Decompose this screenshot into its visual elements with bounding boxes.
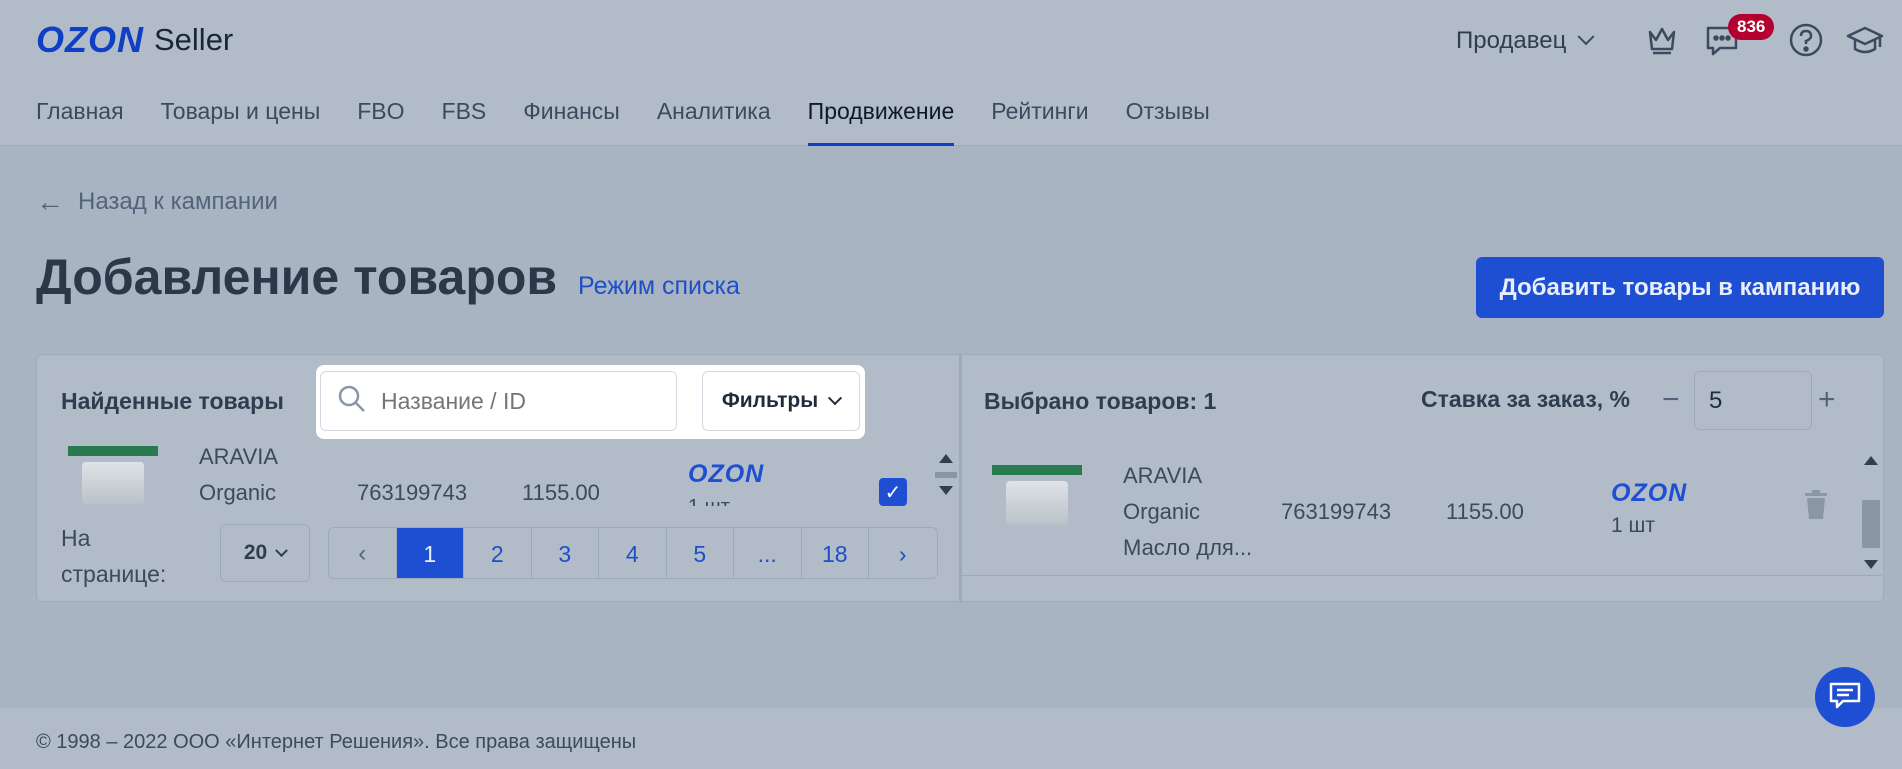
list-mode-link[interactable]: Режим списка <box>578 272 740 301</box>
page-button-3[interactable]: 3 <box>531 528 599 578</box>
ozon-seller-logo-small: OZON <box>1611 479 1688 507</box>
per-page-label: На странице: <box>61 525 167 587</box>
selected-product-brand: ARAVIA <box>1123 463 1203 488</box>
page-button-5[interactable]: 5 <box>666 528 734 578</box>
chevron-down-icon <box>1577 28 1595 46</box>
next-page-button[interactable]: › <box>869 528 937 578</box>
chat-icon <box>1828 680 1862 715</box>
main-nav: Главная Товары и цены FBO FBS Финансы Ан… <box>36 98 1247 146</box>
nav-item-reviews[interactable]: Отзывы <box>1126 98 1210 146</box>
rate-label: Ставка за заказ, % <box>1421 386 1630 412</box>
product-id: 763199743 <box>357 480 468 505</box>
chevron-down-icon <box>275 543 289 557</box>
arrow-left-icon: ← <box>36 186 64 217</box>
crown-icon[interactable] <box>1644 22 1680 58</box>
nav-item-products[interactable]: Товары и цены <box>161 98 321 146</box>
logo-brand: OZON <box>36 19 144 60</box>
filters-button[interactable]: Фильтры <box>702 371 860 431</box>
product-name: Organic <box>199 480 277 505</box>
selected-product-quantity: 1 шт <box>1611 514 1655 537</box>
filters-label: Фильтры <box>721 389 819 412</box>
notification-badge: 836 <box>1728 14 1775 40</box>
selected-product-price: 1155.00 <box>1446 499 1524 524</box>
per-page-select[interactable]: 20 <box>220 524 310 582</box>
pagination: ‹ 1 2 3 4 5 ... 18 › <box>328 527 938 579</box>
page-button-18[interactable]: 18 <box>801 528 869 578</box>
search-icon <box>337 384 367 419</box>
selected-count-title: Выбрано товаров: 1 <box>984 388 1217 414</box>
back-to-campaign-link[interactable]: ← Назад к кампании <box>36 186 278 218</box>
ozon-seller-logo-small: OZON <box>688 460 765 488</box>
rate-decrement-button[interactable]: − <box>1662 383 1680 417</box>
nav-item-home[interactable]: Главная <box>36 98 124 146</box>
role-selector[interactable]: Продавец <box>1456 24 1595 58</box>
search-field[interactable] <box>320 371 677 431</box>
rate-increment-button[interactable]: + <box>1818 383 1836 417</box>
trash-icon[interactable] <box>1804 490 1828 520</box>
page-button-4[interactable]: 4 <box>599 528 667 578</box>
row-divider <box>962 575 1882 576</box>
back-link-label: Назад к кампании <box>78 188 278 215</box>
help-icon[interactable] <box>1788 22 1824 58</box>
add-to-campaign-button[interactable]: Добавить товары в кампанию <box>1476 257 1884 318</box>
education-cap-icon[interactable] <box>1846 22 1884 58</box>
page-title: Добавление товаров <box>36 249 558 305</box>
search-input[interactable] <box>381 387 661 415</box>
rate-input[interactable]: 5 <box>1694 371 1812 430</box>
scrollbar[interactable] <box>1860 452 1882 574</box>
nav-item-ratings[interactable]: Рейтинги <box>991 98 1088 146</box>
page-button-2[interactable]: 2 <box>464 528 532 578</box>
found-products-title: Найденные товары <box>61 388 284 414</box>
selected-product-id: 763199743 <box>1281 499 1392 524</box>
nav-item-fbo[interactable]: FBO <box>357 98 404 146</box>
product-quantity: 1 шт <box>688 494 730 506</box>
product-price: 1155.00 <box>522 480 600 505</box>
product-brand: ARAVIA <box>199 444 279 469</box>
nav-item-finance[interactable]: Финансы <box>523 98 620 146</box>
selected-product-name: Organic <box>1123 499 1201 524</box>
prev-page-button[interactable]: ‹ <box>329 528 397 578</box>
role-label: Продавец <box>1456 27 1567 54</box>
product-image <box>68 446 158 508</box>
nav-item-promotion[interactable]: Продвижение <box>807 98 955 146</box>
support-chat-button[interactable] <box>1815 667 1875 727</box>
logo-product: Seller <box>154 22 234 57</box>
page-ellipsis[interactable]: ... <box>734 528 802 578</box>
per-page-value: 20 <box>243 541 268 564</box>
scrollbar[interactable] <box>933 452 959 502</box>
ozon-seller-logo[interactable]: OZON Seller <box>36 19 234 60</box>
chevron-down-icon <box>828 391 843 406</box>
product-select-checkbox[interactable]: ✓ <box>879 478 907 506</box>
selected-product-image <box>992 465 1082 527</box>
nav-item-analytics[interactable]: Аналитика <box>657 98 771 146</box>
nav-item-fbs[interactable]: FBS <box>442 98 487 146</box>
selected-product-name-more: Масло для... <box>1123 535 1253 560</box>
footer-copyright: © 1998 – 2022 ООО «Интернет Решения». Вс… <box>36 731 637 753</box>
page-button-1[interactable]: 1 <box>396 528 464 578</box>
